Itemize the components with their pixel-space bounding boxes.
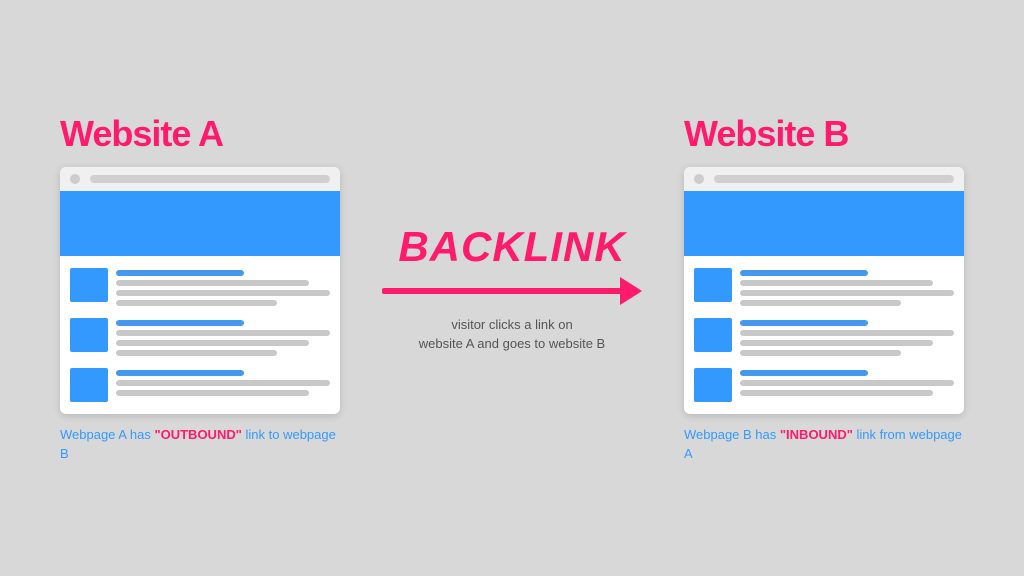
website-b-title: Website B <box>684 113 848 155</box>
browser-a-hero <box>60 191 340 256</box>
content-line-b1-2 <box>740 280 933 286</box>
website-b-browser <box>684 167 964 414</box>
content-line-a3-3 <box>116 390 309 396</box>
content-thumb-b2 <box>694 318 732 352</box>
browser-b-content <box>684 256 964 414</box>
content-row-b3 <box>694 368 954 402</box>
content-lines-a1 <box>116 268 330 306</box>
content-line-a2-1 <box>116 320 244 326</box>
browser-a-dot <box>70 174 80 184</box>
backlink-description: visitor clicks a link on website A and g… <box>419 315 605 354</box>
content-line-b2-4 <box>740 350 901 356</box>
website-a-title-letter: A <box>198 113 223 154</box>
content-thumb-a3 <box>70 368 108 402</box>
main-container: Website A <box>0 0 1024 576</box>
caption-a-bold: "OUTBOUND" <box>154 427 241 442</box>
website-a-title-text: Website <box>60 113 198 154</box>
browser-a-bar <box>60 167 340 191</box>
content-line-a2-3 <box>116 340 309 346</box>
backlink-desc-line1: visitor clicks a link on <box>451 317 572 332</box>
content-row-a3 <box>70 368 330 402</box>
browser-a-url <box>90 175 330 183</box>
content-line-b3-3 <box>740 390 933 396</box>
website-a-title: Website A <box>60 113 223 155</box>
content-row-b1 <box>694 268 954 306</box>
content-row-a2 <box>70 318 330 356</box>
arrow-container <box>382 277 642 305</box>
content-lines-b3 <box>740 368 954 396</box>
content-line-a3-1 <box>116 370 244 376</box>
website-b-caption: Webpage B has "INBOUND" link from webpag… <box>684 426 964 462</box>
backlink-label: BACKLINK <box>398 223 625 271</box>
center-area: BACKLINK visitor clicks a link on websit… <box>340 223 684 354</box>
content-lines-a2 <box>116 318 330 356</box>
content-row-b2 <box>694 318 954 356</box>
website-b-title-letter: B <box>823 113 848 154</box>
caption-b-bold: "INBOUND" <box>780 427 853 442</box>
website-b-title-text: Website <box>684 113 823 154</box>
website-b-block: Website B <box>684 113 964 462</box>
website-a-browser <box>60 167 340 414</box>
content-lines-b2 <box>740 318 954 356</box>
browser-b-dot <box>694 174 704 184</box>
content-line-a1-1 <box>116 270 244 276</box>
caption-b-text: Webpage B has <box>684 427 780 442</box>
browser-b-bar <box>684 167 964 191</box>
content-lines-b1 <box>740 268 954 306</box>
browser-a-content <box>60 256 340 414</box>
content-thumb-a2 <box>70 318 108 352</box>
content-line-b2-3 <box>740 340 933 346</box>
content-line-b1-1 <box>740 270 868 276</box>
content-thumb-b3 <box>694 368 732 402</box>
content-lines-a3 <box>116 368 330 396</box>
arrow-line <box>382 288 620 294</box>
content-line-b1-4 <box>740 300 901 306</box>
content-line-b2-1 <box>740 320 868 326</box>
content-line-b1-3 <box>740 290 954 296</box>
backlink-desc-line2: website A and goes to website B <box>419 336 605 351</box>
browser-b-hero <box>684 191 964 256</box>
content-line-b3-2 <box>740 380 954 386</box>
content-thumb-a1 <box>70 268 108 302</box>
content-line-b2-2 <box>740 330 954 336</box>
content-row-a1 <box>70 268 330 306</box>
content-line-a2-2 <box>116 330 330 336</box>
website-a-block: Website A <box>60 113 340 462</box>
content-line-b3-1 <box>740 370 868 376</box>
content-line-a1-3 <box>116 290 330 296</box>
content-thumb-b1 <box>694 268 732 302</box>
arrow-head-icon <box>620 277 642 305</box>
browser-b-url <box>714 175 954 183</box>
website-a-caption: Webpage A has "OUTBOUND" link to webpage… <box>60 426 340 462</box>
content-line-a2-4 <box>116 350 277 356</box>
content-line-a3-2 <box>116 380 330 386</box>
caption-a-text: Webpage A has <box>60 427 154 442</box>
content-line-a1-2 <box>116 280 309 286</box>
content-line-a1-4 <box>116 300 277 306</box>
